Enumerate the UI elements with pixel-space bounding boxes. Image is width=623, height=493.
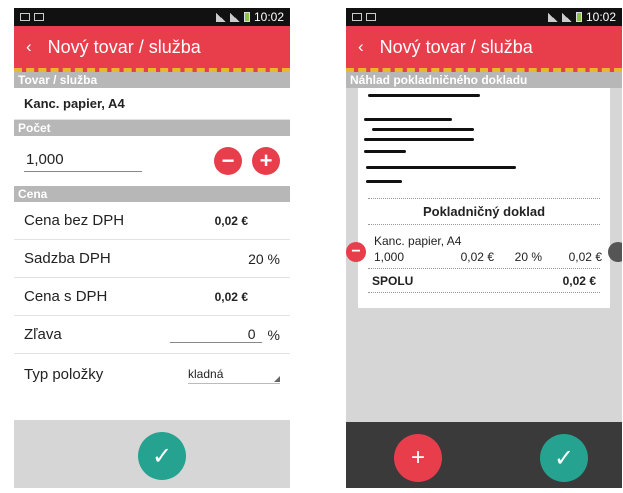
item-type-value: kladná	[188, 367, 224, 381]
battery-icon	[575, 12, 582, 22]
discount-label: Zľava	[24, 326, 62, 343]
back-icon[interactable]: ‹	[358, 37, 364, 57]
page-title: Nový tovar / služba	[47, 36, 201, 57]
discount-input[interactable]: 0	[169, 326, 262, 343]
phone-receipt-preview: 10:02 ‹ Nový tovar / služba Náhlad pokla…	[346, 8, 622, 488]
price-with-vat-value: 0,02 €	[214, 289, 248, 304]
app-bar: ‹ Nový tovar / služba	[14, 26, 290, 72]
add-item-button[interactable]: +	[394, 434, 442, 482]
receipt-sum-row: SPOLU 0,02 €	[372, 274, 596, 288]
confirm-button[interactable]: ✓	[540, 434, 588, 482]
decrease-quantity-button[interactable]: −	[214, 147, 242, 175]
redacted-line	[372, 128, 474, 131]
section-header-item: Tovar / služba	[14, 72, 290, 88]
confirm-button[interactable]: ✓	[138, 432, 186, 480]
dropdown-triangle-icon	[274, 376, 280, 382]
redacted-line	[368, 94, 480, 97]
section-header-receipt-preview: Náhlad pokladničného dokladu	[346, 72, 622, 88]
check-icon: ✓	[151, 442, 173, 470]
divider	[368, 198, 600, 199]
status-time: 10:02	[585, 10, 616, 24]
receipt-unit-price: 0,02 €	[460, 250, 494, 264]
redacted-line	[366, 180, 402, 183]
section-header-count: Počet	[14, 120, 290, 136]
receipt-sum-label: SPOLU	[372, 274, 414, 288]
price-without-vat-value: 0,02 €	[214, 213, 248, 228]
quantity-value: 1,000	[26, 150, 64, 168]
battery-icon	[243, 12, 250, 22]
redacted-line	[364, 118, 452, 121]
discount-row: Zľava 0 %	[14, 316, 290, 354]
divider	[368, 224, 600, 225]
edit-item-button[interactable]	[608, 242, 622, 262]
discount-unit: %	[267, 326, 280, 343]
status-bar: 10:02	[346, 8, 622, 26]
receipt-vat: 20 %	[514, 250, 542, 264]
right-footer: + ✓	[346, 422, 622, 488]
check-icon: ✓	[553, 444, 575, 472]
price-without-vat-label: Cena bez DPH	[24, 212, 125, 229]
item-type-label: Typ položky	[24, 365, 104, 383]
divider	[368, 268, 600, 269]
image-icon	[20, 13, 30, 21]
discount-value: 0	[247, 326, 256, 342]
price-without-vat-row[interactable]: Cena bez DPH 0,02 €	[14, 202, 290, 240]
redacted-line	[364, 138, 474, 141]
item-type-select[interactable]: kladná	[188, 364, 280, 384]
vat-rate-value: 20 %	[248, 250, 280, 267]
vat-rate-label: Sadzba DPH	[24, 250, 111, 267]
increase-quantity-button[interactable]: +	[252, 147, 280, 175]
item-name-field[interactable]: Kanc. papier, A4	[14, 88, 290, 120]
signal-icon	[561, 12, 572, 22]
calendar-icon	[366, 13, 376, 21]
receipt-total: 0,02 €	[568, 250, 602, 264]
receipt-sum-value: 0,02 €	[562, 274, 596, 288]
vat-rate-row[interactable]: Sadzba DPH 20 %	[14, 240, 290, 278]
item-name-value: Kanc. papier, A4	[24, 96, 125, 111]
wifi-icon	[215, 12, 226, 22]
divider	[368, 292, 600, 293]
receipt-paper: Pokladničný doklad Kanc. papier, A4 1,00…	[358, 88, 610, 308]
phone-new-item-form: 10:02 ‹ Nový tovar / služba Tovar / služ…	[14, 8, 290, 488]
receipt-title: Pokladničný doklad	[422, 204, 546, 219]
item-type-row: Typ položky kladná	[14, 354, 290, 394]
signal-icon	[229, 12, 240, 22]
price-with-vat-row[interactable]: Cena s DPH 0,02 €	[14, 278, 290, 316]
left-footer: ✓	[14, 420, 290, 488]
image-icon	[352, 13, 362, 21]
calendar-icon	[34, 13, 44, 21]
page-title: Nový tovar / služba	[379, 36, 533, 57]
price-with-vat-label: Cena s DPH	[24, 288, 108, 305]
status-bar: 10:02	[14, 8, 290, 26]
receipt-item-line: 1,000 0,02 € 20 % 0,02 €	[374, 250, 602, 264]
receipt-item-name: Kanc. papier, A4	[374, 234, 462, 248]
redacted-line	[364, 150, 406, 153]
section-header-price: Cena	[14, 186, 290, 202]
quantity-row: 1,000 − +	[14, 136, 290, 186]
quantity-input[interactable]: 1,000	[24, 151, 142, 172]
status-time: 10:02	[253, 10, 284, 24]
plus-icon: +	[410, 444, 425, 471]
app-bar: ‹ Nový tovar / služba	[346, 26, 622, 72]
back-icon[interactable]: ‹	[26, 37, 32, 57]
remove-item-button[interactable]: −	[346, 242, 366, 262]
redacted-line	[366, 166, 516, 169]
receipt-qty: 1,000	[374, 250, 405, 264]
wifi-icon	[547, 12, 558, 22]
